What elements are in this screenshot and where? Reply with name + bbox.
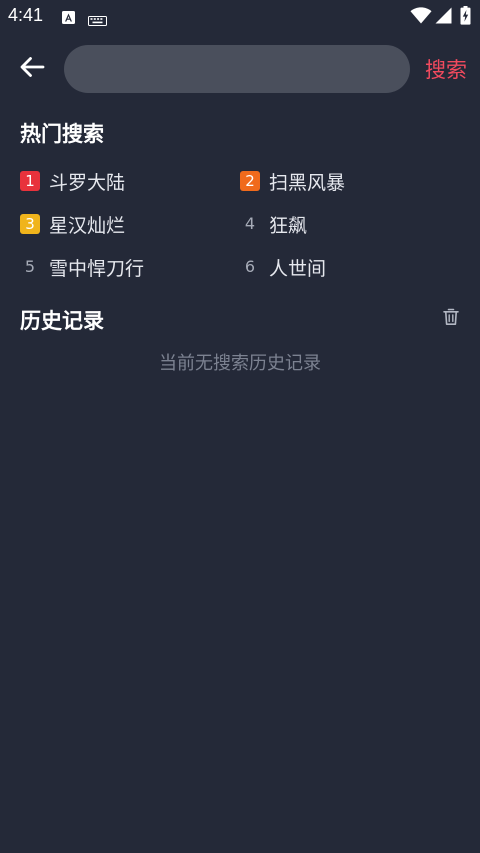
hot-search-label: 斗罗大陆: [49, 171, 126, 194]
search-button[interactable]: 搜索: [420, 54, 472, 86]
hot-search-item-6[interactable]: 6 人世间: [240, 254, 326, 280]
rank-number: 4: [244, 214, 256, 233]
search-input[interactable]: [64, 45, 410, 93]
hot-search-item-2[interactable]: 2 扫黑风暴: [240, 168, 345, 194]
keyboard-icon: [88, 11, 107, 30]
hot-search-label: 雪中悍刀行: [49, 257, 145, 280]
cell-signal-icon: [435, 7, 452, 28]
rank-badge: 1: [20, 171, 40, 191]
wifi-icon: [410, 7, 432, 28]
history-empty-text: 当前无搜索历史记录: [159, 353, 321, 374]
hot-search-item-5[interactable]: 5 雪中悍刀行: [20, 254, 144, 280]
hot-search-label: 狂飙: [269, 214, 308, 237]
hot-search-item-4[interactable]: 4 狂飙: [240, 211, 307, 237]
hot-search-label: 扫黑风暴: [269, 171, 346, 194]
hot-search-label: 人世间: [269, 257, 327, 280]
rank-number: 6: [244, 257, 256, 276]
arrow-left-icon: [19, 56, 45, 82]
hot-search-item-1[interactable]: 1 斗罗大陆: [20, 168, 125, 194]
status-bar: 4:41: [0, 0, 480, 34]
accessibility-a-icon: [62, 9, 75, 28]
rank-number: 5: [24, 257, 36, 276]
back-button[interactable]: [14, 52, 50, 86]
hot-search-label: 星汉灿烂: [49, 214, 126, 237]
rank-badge: 3: [20, 214, 40, 234]
hot-search-item-3[interactable]: 3 星汉灿烂: [20, 211, 125, 237]
trash-icon: [443, 308, 459, 330]
clear-history-button[interactable]: [441, 308, 461, 330]
history-title: 历史记录: [20, 309, 104, 333]
status-time: 4:41: [8, 5, 44, 25]
rank-badge: 2: [240, 171, 260, 191]
hot-search-title: 热门搜索: [20, 122, 104, 146]
battery-charging-icon: [460, 6, 471, 29]
